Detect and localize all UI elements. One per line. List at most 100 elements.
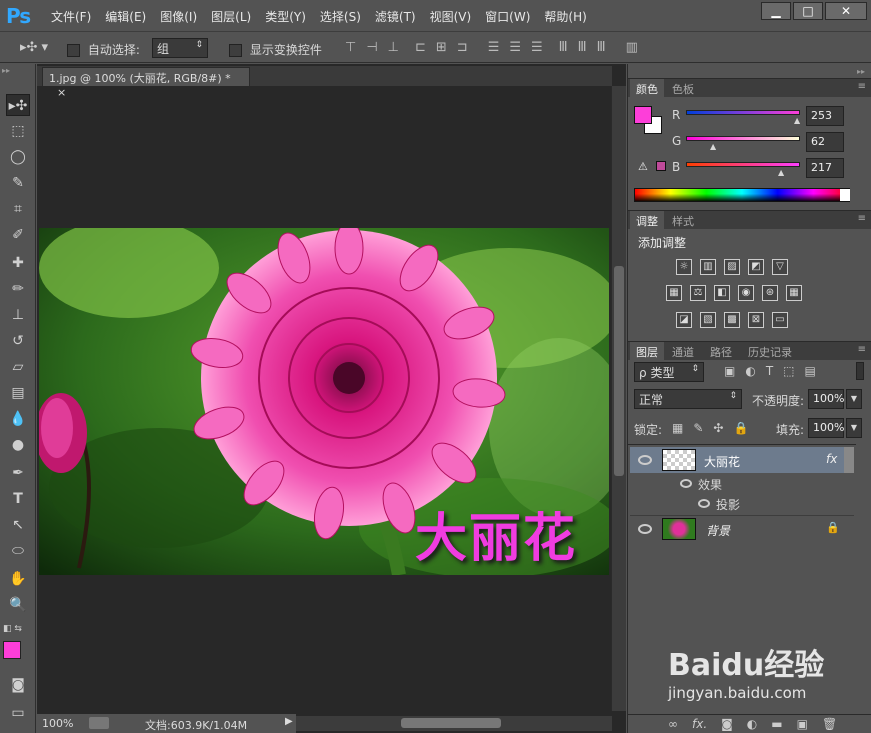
horizontal-scroll-thumb[interactable]: [401, 718, 501, 728]
menu-help[interactable]: 帮助(H): [537, 8, 593, 25]
black-white-icon[interactable]: ◧: [714, 285, 730, 301]
path-select-tool-icon[interactable]: ↖: [6, 514, 30, 536]
layer-scroll-thumb[interactable]: [844, 447, 854, 473]
link-layers-icon[interactable]: ∞: [668, 717, 678, 731]
menu-edit[interactable]: 编辑(E): [98, 8, 153, 25]
distribute-top-icon[interactable]: ☰: [488, 40, 500, 55]
blur-tool-icon[interactable]: 💧: [6, 408, 30, 430]
shape-tool-icon[interactable]: ⬭: [6, 540, 30, 562]
vertical-scroll-thumb[interactable]: [614, 266, 624, 476]
menu-layer[interactable]: 图层(L): [204, 8, 258, 25]
distribute-left-icon[interactable]: Ⅲ: [559, 40, 568, 55]
tab-channels[interactable]: 通道: [666, 342, 700, 361]
default-colors-icon[interactable]: ◧ ⇆: [3, 624, 22, 634]
auto-align-icon[interactable]: ▥: [626, 40, 638, 55]
threshold-icon[interactable]: ▩: [724, 312, 740, 328]
status-share-icon[interactable]: [89, 717, 109, 729]
opacity-value[interactable]: 100%: [808, 389, 844, 409]
align-bottom-icon[interactable]: ⊥: [388, 40, 399, 55]
crop-tool-icon[interactable]: ⌗: [6, 198, 30, 220]
opacity-dropdown-arrow-icon[interactable]: ▼: [846, 389, 862, 409]
eraser-tool-icon[interactable]: ▱: [6, 356, 30, 378]
delete-layer-icon[interactable]: 🗑: [822, 717, 837, 731]
hue-saturation-icon[interactable]: ▦: [666, 285, 682, 301]
background-layer-name[interactable]: 背景: [706, 522, 730, 539]
marquee-tool-icon[interactable]: ⬚: [6, 120, 30, 142]
horizontal-scrollbar[interactable]: [296, 716, 612, 731]
filter-shape-icon[interactable]: ⬚: [783, 364, 794, 378]
quick-mask-icon[interactable]: ◙: [6, 674, 30, 696]
exposure-icon[interactable]: ◩: [748, 259, 764, 275]
menu-window[interactable]: 窗口(W): [478, 8, 537, 25]
eyedropper-tool-icon[interactable]: ✐: [6, 224, 30, 246]
new-layer-icon[interactable]: ▣: [797, 717, 808, 731]
panel-foreground-swatch[interactable]: [634, 106, 652, 124]
distribute-bottom-icon[interactable]: ☰: [531, 40, 543, 55]
pen-tool-icon[interactable]: ✒: [6, 462, 30, 484]
color-panel-menu-icon[interactable]: ≡: [858, 81, 866, 92]
menu-image[interactable]: 图像(I): [153, 8, 204, 25]
fill-dropdown-arrow-icon[interactable]: ▼: [846, 418, 862, 438]
channel-r-slider[interactable]: [686, 110, 800, 115]
channel-r-thumb-icon[interactable]: ▲: [794, 116, 800, 125]
adjustments-panel-menu-icon[interactable]: ≡: [858, 213, 866, 224]
healing-brush-tool-icon[interactable]: ✚: [6, 252, 30, 274]
align-right-icon[interactable]: ⊐: [457, 40, 468, 55]
minimize-button[interactable]: ▁: [761, 2, 791, 20]
layer-row-background[interactable]: 背景 🔒: [630, 515, 854, 541]
photo-filter-icon[interactable]: ◉: [738, 285, 754, 301]
filter-pixel-icon[interactable]: ▣: [724, 364, 735, 378]
dodge-tool-icon[interactable]: ●: [6, 434, 30, 456]
filter-adjustment-icon[interactable]: ◐: [745, 364, 755, 378]
move-tool-icon[interactable]: ▸✣: [6, 94, 30, 116]
effects-eye-icon[interactable]: [680, 479, 692, 488]
maximize-button[interactable]: □: [793, 2, 823, 20]
channel-b-slider[interactable]: [686, 162, 800, 167]
posterize-icon[interactable]: ▧: [700, 312, 716, 328]
tab-swatches[interactable]: 色板: [666, 79, 700, 98]
distribute-right-icon[interactable]: Ⅲ: [597, 40, 606, 55]
add-style-icon[interactable]: fx.: [692, 717, 707, 731]
levels-icon[interactable]: ▥: [700, 259, 716, 275]
fill-value[interactable]: 100%: [808, 418, 844, 438]
lock-transparent-icon[interactable]: ▦: [672, 421, 683, 435]
align-hcenter-icon[interactable]: ⊞: [436, 40, 447, 55]
menu-type[interactable]: 类型(Y): [258, 8, 313, 25]
distribute-hcenter-icon[interactable]: Ⅲ: [578, 40, 587, 55]
layers-panel-menu-icon[interactable]: ≡: [858, 344, 866, 355]
distribute-vcenter-icon[interactable]: ☰: [509, 40, 521, 55]
menu-filter[interactable]: 滤镜(T): [368, 8, 423, 25]
gamut-color-swatch[interactable]: [656, 161, 666, 171]
clone-stamp-tool-icon[interactable]: ⊥: [6, 304, 30, 326]
close-button[interactable]: ✕: [825, 2, 867, 20]
channel-g-value[interactable]: 62: [806, 132, 844, 152]
lasso-tool-icon[interactable]: ◯: [6, 146, 30, 168]
lock-all-icon[interactable]: 🔒: [733, 421, 748, 435]
new-adjustment-layer-icon[interactable]: ◐: [747, 717, 757, 731]
zoom-level[interactable]: 100%: [42, 717, 73, 730]
screen-mode-icon[interactable]: ▭: [6, 702, 30, 724]
zoom-tool-icon[interactable]: 🔍: [6, 594, 30, 616]
tab-color[interactable]: 颜色: [630, 79, 664, 98]
filter-toggle-switch[interactable]: [856, 362, 864, 380]
channel-g-thumb-icon[interactable]: ▲: [710, 142, 716, 151]
layer-filter-dropdown[interactable]: ρ 类型 ⇕: [634, 362, 704, 382]
auto-select-dropdown[interactable]: 组 ⇕: [152, 38, 208, 58]
tab-paths[interactable]: 路径: [704, 342, 738, 361]
menu-select[interactable]: 选择(S): [313, 8, 368, 25]
auto-select-checkbox[interactable]: [67, 44, 80, 57]
layer-dropshadow-row[interactable]: 投影: [630, 493, 854, 513]
vibrance-icon[interactable]: ▽: [772, 259, 788, 275]
show-transform-checkbox[interactable]: [229, 44, 242, 57]
lock-position-icon[interactable]: ✣: [713, 421, 723, 435]
gamut-warning-icon[interactable]: ⚠: [638, 160, 648, 173]
new-group-icon[interactable]: ▬: [771, 717, 782, 731]
channel-r-value[interactable]: 253: [806, 106, 844, 126]
align-vcenter-icon[interactable]: ⊣: [366, 40, 377, 55]
collapse-tools-icon[interactable]: ▸▸: [2, 66, 10, 75]
canvas-image[interactable]: 大丽花: [39, 228, 609, 575]
selective-color-icon[interactable]: ⊠: [748, 312, 764, 328]
color-spectrum-bar[interactable]: [634, 188, 850, 202]
color-balance-icon[interactable]: ⚖: [690, 285, 706, 301]
visibility-eye-icon[interactable]: [638, 455, 652, 465]
